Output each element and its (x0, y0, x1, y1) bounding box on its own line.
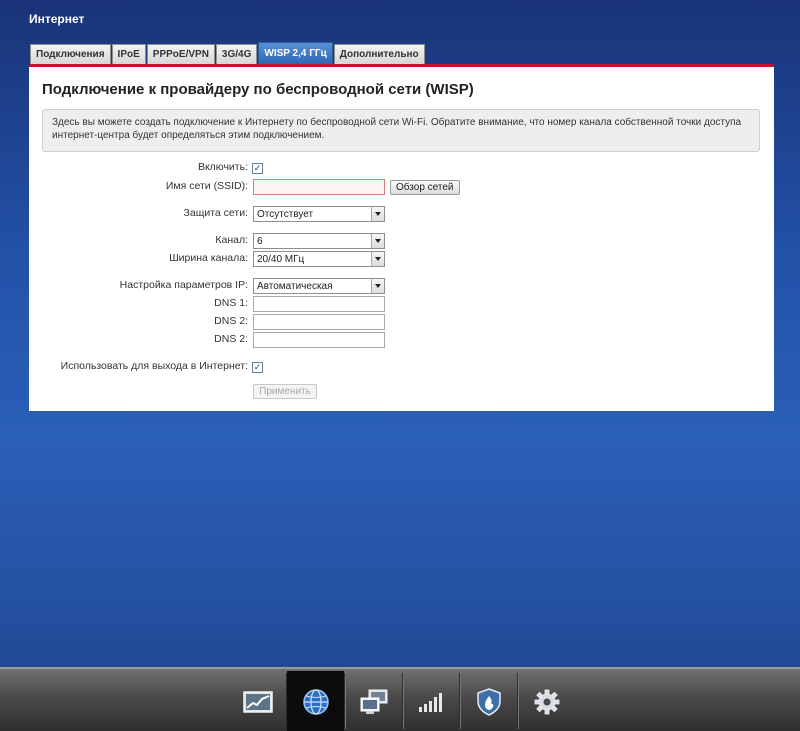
nav-internet-button[interactable] (287, 671, 344, 731)
channel-width-value: 20/40 МГц (257, 253, 305, 265)
use-for-internet-label: Использовать для выхода в Интернет: (60, 360, 248, 372)
dns3-label: DNS 2: (214, 333, 248, 345)
nav-security-button[interactable] (460, 671, 517, 731)
apply-button[interactable]: Применить (253, 384, 317, 399)
bottom-nav-bar (0, 667, 800, 731)
tab-bar: Подключения IPoE PPPoE/VPN 3G/4G WISP 2,… (30, 42, 426, 64)
info-text-line2: интернет-центра будет определяться этим … (52, 130, 325, 141)
nav-wifi-button[interactable] (403, 671, 460, 731)
channel-select[interactable]: 6 (253, 233, 385, 249)
wisp-panel: Подключение к провайдеру по беспроводной… (29, 64, 774, 411)
channel-label: Канал: (215, 234, 248, 246)
enable-checkbox[interactable]: ✓ (252, 163, 263, 174)
ip-settings-label: Настройка параметров IP: (119, 279, 248, 291)
scan-networks-button[interactable]: Обзор сетей (390, 180, 460, 195)
chevron-down-icon (371, 234, 384, 248)
tab-3g-4g[interactable]: 3G/4G (215, 44, 258, 64)
tab-connections[interactable]: Подключения (30, 44, 111, 64)
app-screen: Интернет Подключения IPoE PPPoE/VPN 3G/4… (0, 0, 800, 731)
chevron-down-icon (371, 279, 384, 293)
nav-home-network-button[interactable] (345, 671, 402, 731)
dns1-input[interactable] (253, 296, 385, 312)
info-box: Здесь вы можете создать подключение к Ин… (42, 109, 760, 152)
page-title: Интернет (29, 12, 85, 26)
tab-ipoe[interactable]: IPoE (111, 44, 146, 64)
ip-settings-value: Автоматическая (257, 280, 333, 292)
enable-label: Включить: (197, 161, 248, 173)
checkmark-icon: ✓ (253, 362, 262, 372)
tab-wisp[interactable]: WISP 2,4 ГГц (258, 42, 333, 64)
ssid-input[interactable] (253, 179, 385, 195)
chevron-down-icon (371, 252, 384, 266)
panel-title: Подключение к провайдеру по беспроводной… (42, 81, 474, 98)
ip-settings-select[interactable]: Автоматическая (253, 278, 385, 294)
security-value: Отсутствует (257, 208, 314, 220)
dns3-input[interactable] (253, 332, 385, 348)
tab-pppoe-vpn[interactable]: PPPoE/VPN (146, 44, 215, 64)
security-label: Защита сети: (183, 207, 248, 219)
checkmark-icon: ✓ (253, 163, 262, 173)
security-select[interactable]: Отсутствует (253, 206, 385, 222)
nav-settings-button[interactable] (518, 671, 575, 731)
signal-bars-icon (418, 693, 442, 712)
dns2-label: DNS 2: (214, 315, 248, 327)
dns2-input[interactable] (253, 314, 385, 330)
monitor-chart-icon (242, 691, 273, 713)
nav-monitor-button[interactable] (229, 671, 286, 731)
channel-value: 6 (257, 235, 263, 247)
use-for-internet-checkbox[interactable]: ✓ (252, 362, 263, 373)
channel-width-label: Ширина канала: (169, 252, 248, 264)
ssid-label: Имя сети (SSID): (165, 180, 248, 192)
shield-icon (476, 688, 501, 716)
dns1-label: DNS 1: (214, 297, 248, 309)
chevron-down-icon (371, 207, 384, 221)
gear-icon (534, 689, 559, 715)
network-computers-icon (360, 689, 387, 714)
info-text-line1: Здесь вы можете создать подключение к Ин… (52, 117, 742, 128)
tab-advanced[interactable]: Дополнительно (333, 44, 425, 64)
globe-icon (302, 689, 329, 715)
channel-width-select[interactable]: 20/40 МГц (253, 251, 385, 267)
